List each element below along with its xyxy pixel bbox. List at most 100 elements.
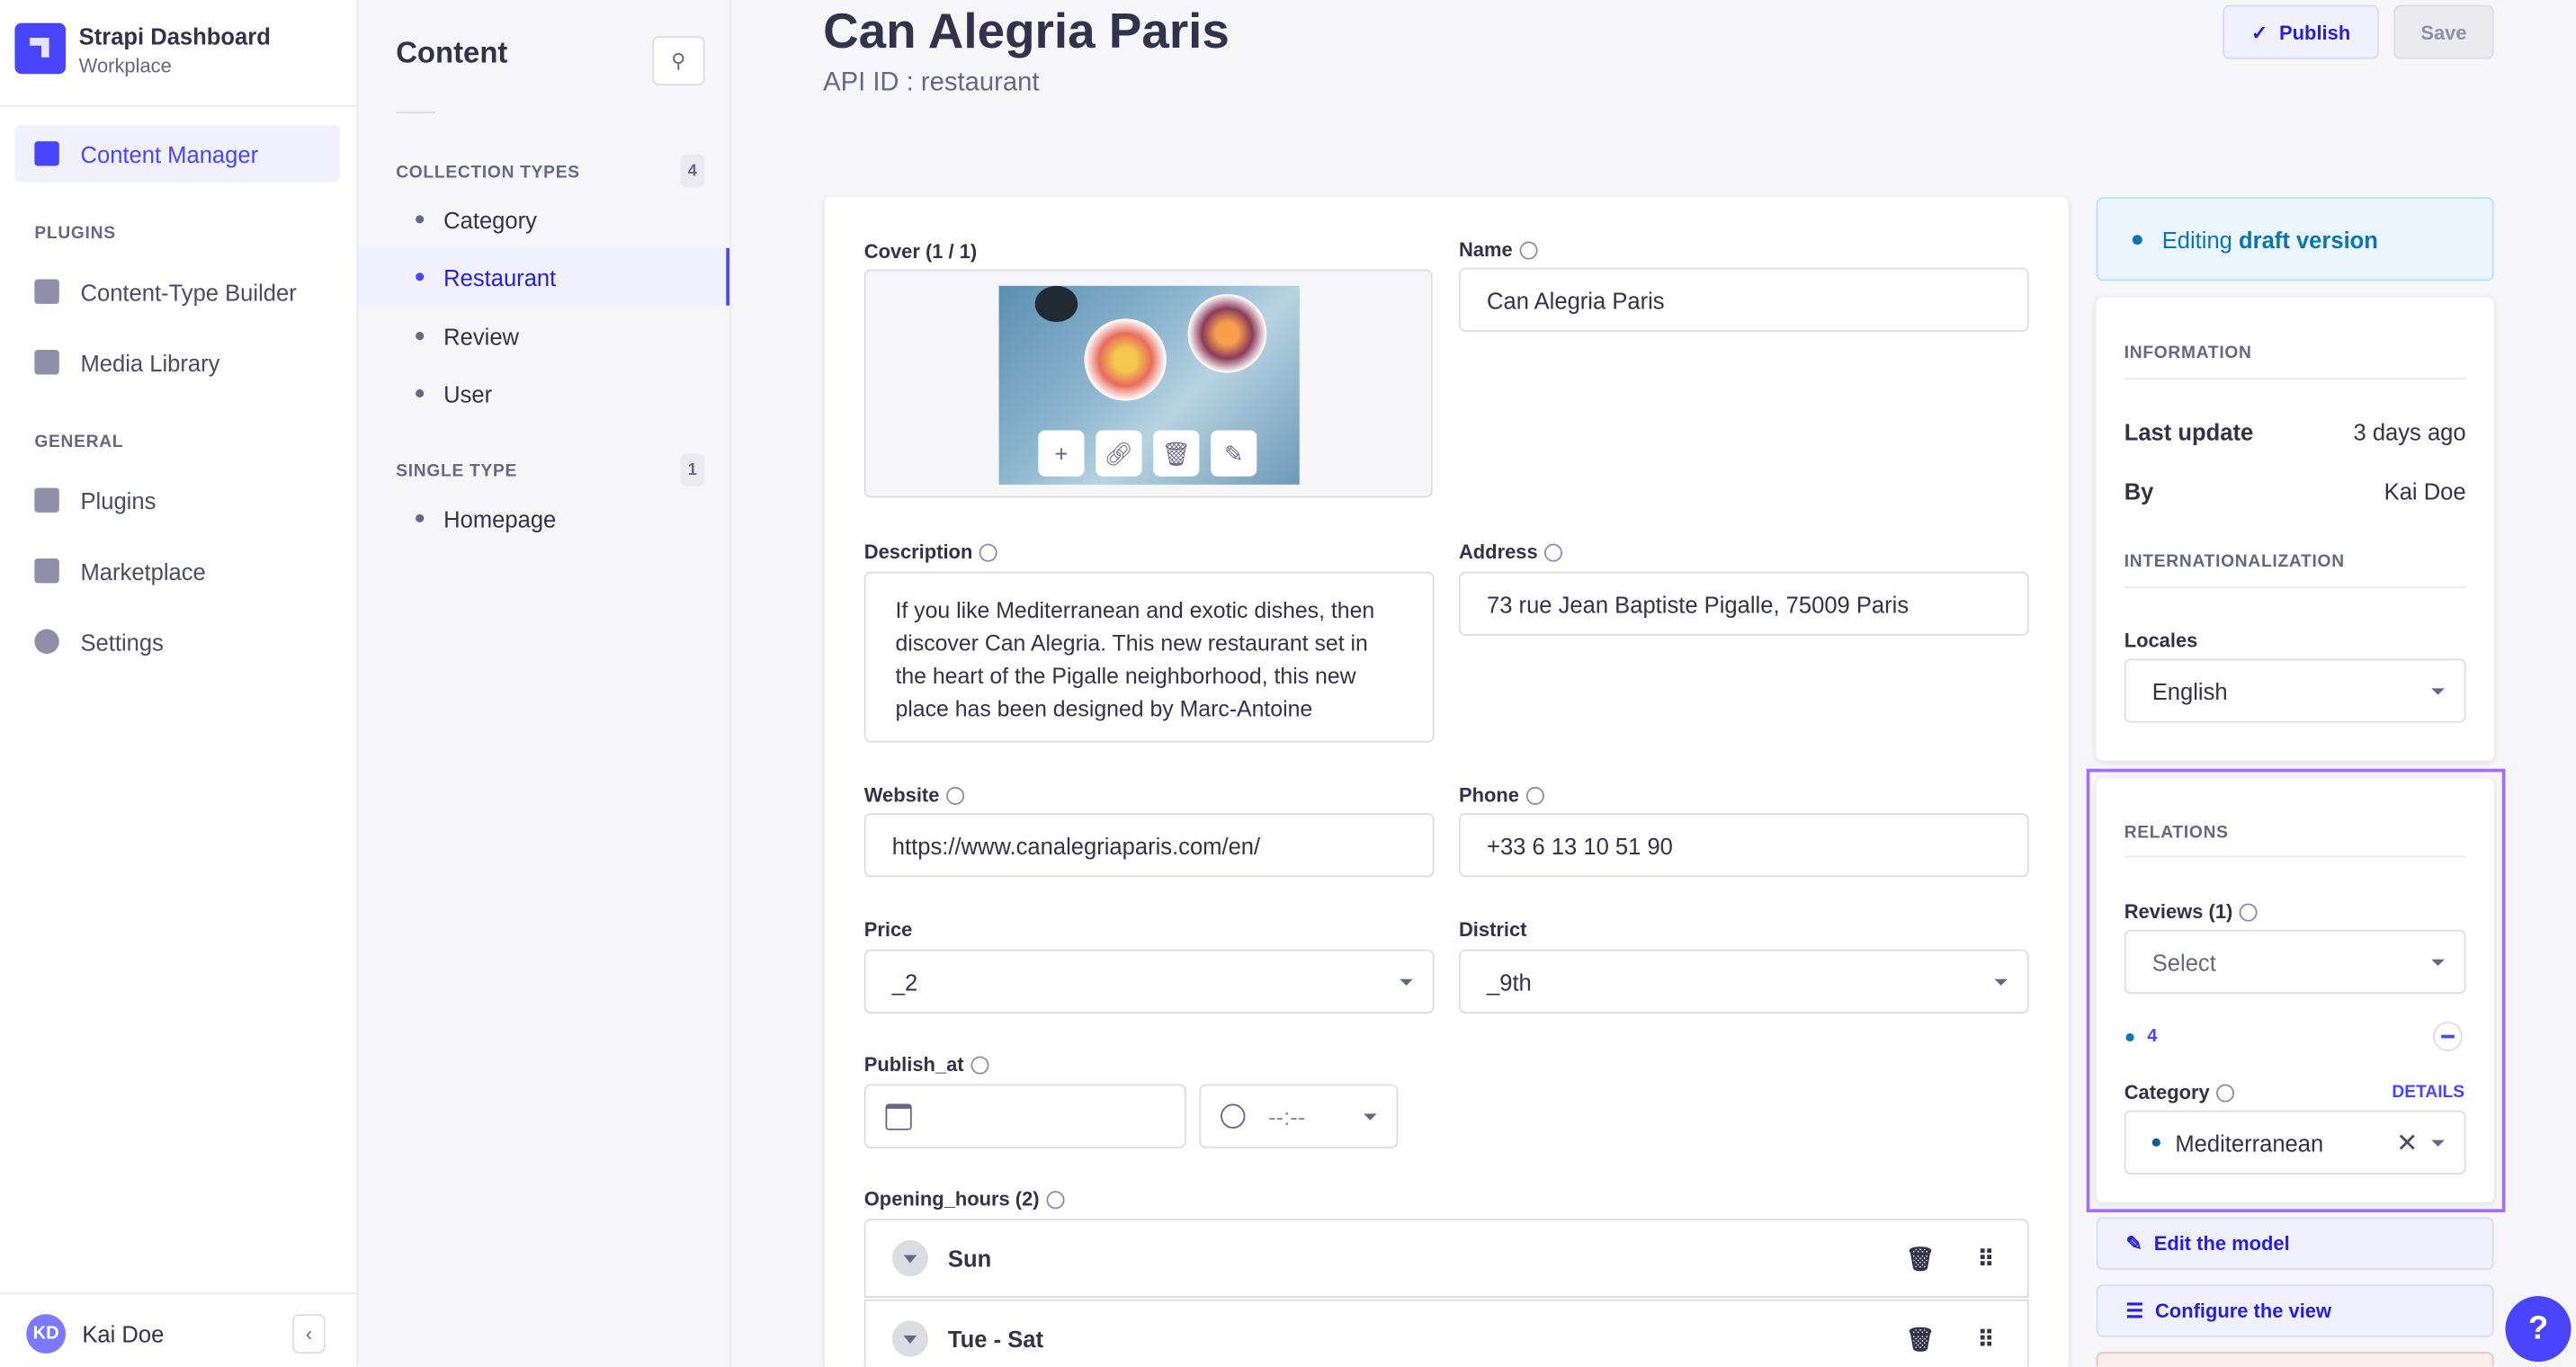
globe-icon — [2216, 1083, 2235, 1102]
address-label: Address — [1459, 541, 1563, 563]
check-icon: ✓ — [2250, 20, 2268, 44]
configure-view-button[interactable]: ☰ Configure the view — [2096, 1284, 2494, 1337]
phone-input[interactable]: +33 6 13 10 51 90 — [1458, 813, 2029, 878]
trash-icon[interactable]: 🗑︎ — [1906, 1325, 1935, 1353]
review-link[interactable]: 4 — [2147, 1027, 2157, 1047]
publish-button[interactable]: ✓ Publish — [2223, 4, 2379, 59]
pencil-icon: ✎ — [2125, 1231, 2142, 1255]
delete-entry-button[interactable] — [2096, 1352, 2494, 1367]
single-type-heading: SINGLE TYPE — [396, 461, 518, 482]
edit-media-button[interactable]: ✎ — [1211, 430, 1257, 477]
cover-media-field[interactable]: + 🔗︎ 🗑︎ ✎ — [863, 269, 1433, 498]
clear-icon[interactable]: ✕ — [2396, 1127, 2418, 1160]
help-button[interactable]: ? — [2505, 1296, 2572, 1363]
description-textarea[interactable]: If you like Mediterranean and exotic dis… — [863, 571, 1435, 743]
globe-icon — [1518, 240, 1538, 259]
puzzle-icon — [34, 487, 59, 513]
remove-relation-button[interactable] — [2433, 1022, 2463, 1051]
reviews-select[interactable]: Select — [2124, 929, 2466, 995]
collection-item-restaurant[interactable]: Restaurant — [358, 247, 729, 306]
caret-down-icon — [1994, 978, 2008, 986]
nav-content-manager[interactable]: Content Manager — [14, 124, 341, 183]
collection-item-category[interactable]: Category — [358, 191, 729, 248]
last-update-value: 3 days ago — [2353, 418, 2466, 445]
time-placeholder: --:-- — [1268, 1103, 1306, 1130]
collection-item-user[interactable]: User — [358, 364, 729, 422]
website-input[interactable]: https://www.canalegriaparis.com/en/ — [863, 813, 1435, 878]
delete-media-button[interactable]: 🗑︎ — [1153, 430, 1200, 477]
nav-settings[interactable]: Settings — [14, 612, 340, 670]
description-label: Description — [864, 541, 997, 563]
image-icon — [34, 350, 59, 375]
nav-media-library[interactable]: Media Library — [14, 334, 340, 391]
details-link[interactable]: DETAILS — [2392, 1083, 2464, 1103]
content-panel-title: Content — [396, 36, 508, 69]
item-title: Sun — [947, 1245, 992, 1272]
page-title: Can Alegria Paris — [823, 4, 1230, 59]
api-id: API ID : restaurant — [823, 68, 1040, 97]
gear-icon — [34, 629, 59, 654]
save-button[interactable]: Save — [2393, 4, 2494, 59]
opening-hours-item[interactable]: Tue - Sat 🗑︎ ⠿ — [863, 1299, 2029, 1367]
reviews-placeholder: Select — [2151, 948, 2216, 976]
opening-hours-item[interactable]: Sun 🗑︎ ⠿ — [863, 1219, 2029, 1298]
app-title: Strapi Dashboard — [78, 22, 271, 49]
price-label: Price — [863, 918, 913, 942]
media-toolbar: + 🔗︎ 🗑︎ ✎ — [1038, 430, 1257, 477]
collection-item-review[interactable]: Review — [358, 308, 729, 365]
draft-status-banner: Editing draft version — [2096, 197, 2494, 281]
district-select[interactable]: _9th — [1458, 949, 2029, 1014]
district-value: _9th — [1487, 968, 1532, 995]
price-value: _2 — [891, 968, 918, 995]
single-count: 1 — [680, 453, 705, 487]
nav-plugins[interactable]: Plugins — [14, 471, 340, 529]
locale-value: English — [2151, 677, 2228, 704]
trash-icon[interactable]: 🗑︎ — [1906, 1245, 1935, 1273]
globe-icon — [2239, 902, 2258, 921]
category-select[interactable]: Mediterranean ✕ — [2124, 1110, 2466, 1175]
price-select[interactable]: _2 — [863, 949, 1435, 1014]
collapse-sidebar-button[interactable]: ‹ — [292, 1314, 326, 1354]
chevron-down-icon — [891, 1320, 928, 1357]
category-label: Category — [2124, 1081, 2235, 1103]
user-name[interactable]: Kai Doe — [82, 1321, 164, 1347]
nav-label: Content-Type Builder — [80, 278, 297, 305]
locales-label: Locales — [2124, 629, 2198, 653]
trash-icon: 🗑︎ — [1161, 439, 1192, 466]
name-input[interactable]: Can Alegria Paris — [1458, 267, 2029, 332]
nav-label: Plugins — [80, 487, 157, 514]
cart-icon — [34, 558, 59, 584]
strapi-logo — [14, 22, 67, 75]
collection-types-heading: COLLECTION TYPES — [396, 162, 580, 183]
website-label: Website — [864, 783, 964, 807]
copy-link-button[interactable]: 🔗︎ — [1096, 430, 1142, 477]
add-media-button[interactable]: + — [1038, 430, 1085, 477]
nav-label: Marketplace — [80, 558, 206, 585]
publish-label: Publish — [2279, 20, 2351, 44]
information-heading: INFORMATION — [2124, 343, 2252, 363]
caret-down-icon — [2431, 1139, 2445, 1147]
date-picker[interactable] — [863, 1084, 1186, 1148]
nav-marketplace[interactable]: Marketplace — [14, 542, 340, 600]
reviews-label: Reviews (1) — [2124, 900, 2258, 924]
button-label: Edit the model — [2153, 1231, 2290, 1255]
globe-icon — [1543, 542, 1563, 561]
caret-down-icon — [2431, 687, 2445, 694]
single-item-homepage[interactable]: Homepage — [358, 489, 729, 547]
feather-icon — [34, 141, 59, 166]
locale-select[interactable]: English — [2124, 658, 2466, 723]
nav-content-type-builder[interactable]: Content-Type Builder — [14, 263, 340, 320]
edit-model-button[interactable]: ✎ Edit the model — [2096, 1217, 2494, 1270]
by-label: By — [2124, 478, 2154, 505]
nav-label: Settings — [80, 628, 164, 655]
avatar[interactable]: KD — [26, 1314, 67, 1354]
globe-icon — [970, 1055, 989, 1074]
time-picker[interactable]: --:-- — [1199, 1084, 1399, 1148]
phone-label: Phone — [1459, 783, 1544, 807]
address-input[interactable]: 73 rue Jean Baptiste Pigalle, 75009 Pari… — [1458, 571, 2029, 636]
drag-icon[interactable]: ⠿ — [1978, 1245, 1995, 1273]
search-button[interactable]: ⚲ — [652, 36, 705, 85]
globe-icon — [979, 542, 997, 561]
caret-down-icon — [2431, 958, 2445, 966]
drag-icon[interactable]: ⠿ — [1978, 1325, 1995, 1353]
